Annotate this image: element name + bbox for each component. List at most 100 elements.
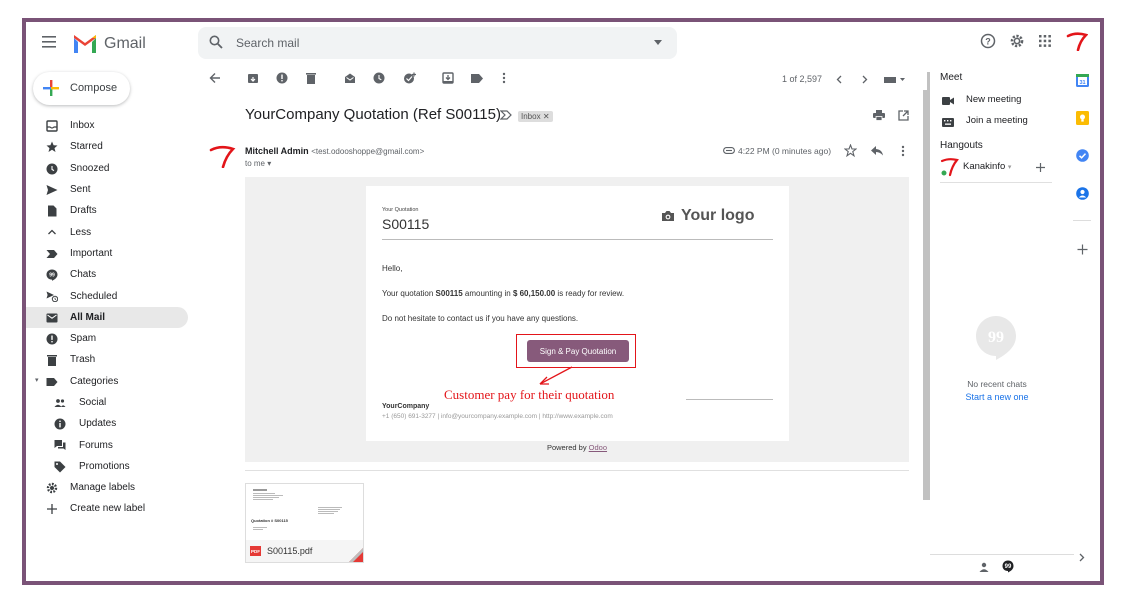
quotation-sentence: Your quotation S00115 amounting in $ 60,… [382,289,624,298]
back-arrow-icon[interactable] [209,72,221,84]
add-contact-plus-icon[interactable] [1035,162,1046,173]
sidebar-item-label: Categories [70,375,119,387]
odoo-link[interactable]: Odoo [589,443,607,452]
hangouts-chat-bubble-icon: 99 [975,315,1017,361]
sidebar-item-important[interactable]: Important [26,243,188,264]
sidebar-item-spam[interactable]: Spam [26,328,188,349]
reply-icon[interactable] [871,146,883,156]
powered-by-text: Powered by [546,443,589,452]
remove-label-icon[interactable]: ✕ [543,112,550,121]
chat-icon: 99 [46,269,58,281]
sidebar-nav: Inbox Starred Snoozed Sent Drafts Less Importa… [26,115,188,520]
right-panel-bottom-divider [930,554,1074,555]
new-meeting-link[interactable]: New meeting [966,94,1021,105]
sidebar-item-create-new-label[interactable]: Create new label [26,498,188,519]
no-chats-text: No recent chats [967,379,1027,389]
search-options-icon[interactable] [654,40,662,45]
gmail-logo-icon[interactable] [72,34,98,54]
sidebar-item-snoozed[interactable]: Snoozed [26,158,188,179]
categories-caret-icon[interactable]: ▾ [35,376,39,384]
sidebar-item-label: Sent [70,184,91,196]
recipient-details[interactable]: to me ▾ [245,159,271,168]
compose-button[interactable]: Compose [33,72,130,105]
sidebar-item-promotions[interactable]: Promotions [26,456,188,477]
contact-dropdown-icon[interactable]: ▾ [1008,164,1012,171]
sentence-end: is ready for review. [555,289,625,298]
sidebar-item-drafts[interactable]: Drafts [26,200,188,221]
sender-email: <test.odooshoppe@gmail.com> [311,147,425,156]
add-task-icon[interactable] [403,72,417,84]
sidebar-item-label: Social [79,397,107,408]
all-mail-icon [46,312,58,324]
sign-pay-quotation-button[interactable]: Sign & Pay Quotation [527,340,629,362]
contacts-person-icon[interactable] [979,562,989,572]
contact-avatar[interactable] [939,157,961,177]
snooze-clock-icon[interactable] [373,72,385,84]
sidebar-item-categories[interactable]: Categories ▾ [26,371,188,392]
meet-title: Meet [940,72,963,83]
report-spam-icon[interactable] [276,72,288,84]
archive-icon[interactable] [247,72,259,84]
contacts-app-icon[interactable] [1076,187,1089,200]
message-more-icon[interactable] [901,145,905,157]
search-input[interactable]: Search mail [236,36,299,50]
pdf-attachment[interactable]: Quotation # S00115 PDF S00115.pdf [245,483,364,563]
sidebar-item-manage-labels[interactable]: Manage labels [26,477,188,498]
main-menu-icon[interactable] [42,36,56,48]
star-icon[interactable] [844,144,857,157]
sidebar-item-label: Chats [70,269,97,281]
inbox-label-chip[interactable]: Inbox ✕ [518,111,553,122]
print-icon[interactable] [873,110,885,121]
calendar-icon[interactable]: 31 [1076,74,1089,87]
sender-name[interactable]: Mitchell Admin [245,146,309,156]
sidebar-item-label: Updates [79,418,117,430]
apps-grid-icon[interactable] [1039,35,1051,47]
delete-icon[interactable] [305,72,317,84]
move-to-icon[interactable] [442,72,454,84]
input-tools-keyboard-icon[interactable] [884,76,906,84]
details-dropdown-icon[interactable]: ▾ [267,159,271,168]
app-title[interactable]: Gmail [104,35,146,53]
label-tag-icon[interactable] [471,74,483,83]
sidebar-item-sent[interactable]: Sent [26,179,188,200]
sidebar-item-starred[interactable]: Starred [26,136,188,157]
inbox-label-text: Inbox [521,112,541,121]
sidebar-item-all-mail[interactable]: All Mail [26,306,188,328]
message-timestamp: 4:22 PM (0 minutes ago) [738,146,832,156]
older-chevron-icon[interactable] [862,75,868,84]
start-new-chat-link[interactable]: Start a new one [940,392,1054,402]
sidebar-item-less[interactable]: Less [26,221,188,242]
account-avatar[interactable] [1066,31,1088,51]
more-vertical-icon[interactable] [502,72,506,84]
mark-unread-icon[interactable] [344,72,356,84]
settings-gear-icon[interactable] [1009,33,1025,49]
sidebar-item-trash[interactable]: Trash [26,349,188,370]
newer-chevron-icon[interactable] [836,75,842,84]
hangouts-contact[interactable]: Kanakinfo ▾ [963,161,1011,172]
sentence-mid: amounting in [462,289,513,298]
open-new-window-icon[interactable] [898,110,909,121]
hangouts-tab-icon[interactable]: 99 [1002,560,1014,573]
sidebar-item-updates[interactable]: Updates [26,413,188,434]
get-addons-plus-icon[interactable] [1077,244,1088,255]
show-side-panel-chevron-icon[interactable] [1079,553,1085,562]
trash-icon [46,354,58,367]
right-panel-scrollbar[interactable] [927,72,930,500]
help-icon[interactable]: ? [980,33,996,49]
sidebar-item-scheduled[interactable]: Scheduled [26,285,188,306]
plus-icon [42,79,60,97]
join-meeting-link[interactable]: Join a meeting [966,115,1028,126]
sidebar-item-label: Starred [70,141,103,153]
keep-notes-icon[interactable] [1076,111,1089,125]
sidebar-item-forums[interactable]: Forums [26,434,188,455]
search-bar[interactable]: Search mail [198,27,677,59]
tasks-icon[interactable] [1076,149,1089,162]
sidebar-item-inbox[interactable]: Inbox [26,115,188,136]
sidebar-item-social[interactable]: Social [26,392,188,413]
your-quotation-label: Your Quotation [382,207,419,213]
search-icon[interactable] [209,35,223,49]
attachment-clip-icon [723,147,735,154]
sidebar-item-chats[interactable]: 99 Chats [26,264,188,285]
sender-avatar[interactable] [208,144,236,168]
importance-marker-icon[interactable] [500,110,512,120]
